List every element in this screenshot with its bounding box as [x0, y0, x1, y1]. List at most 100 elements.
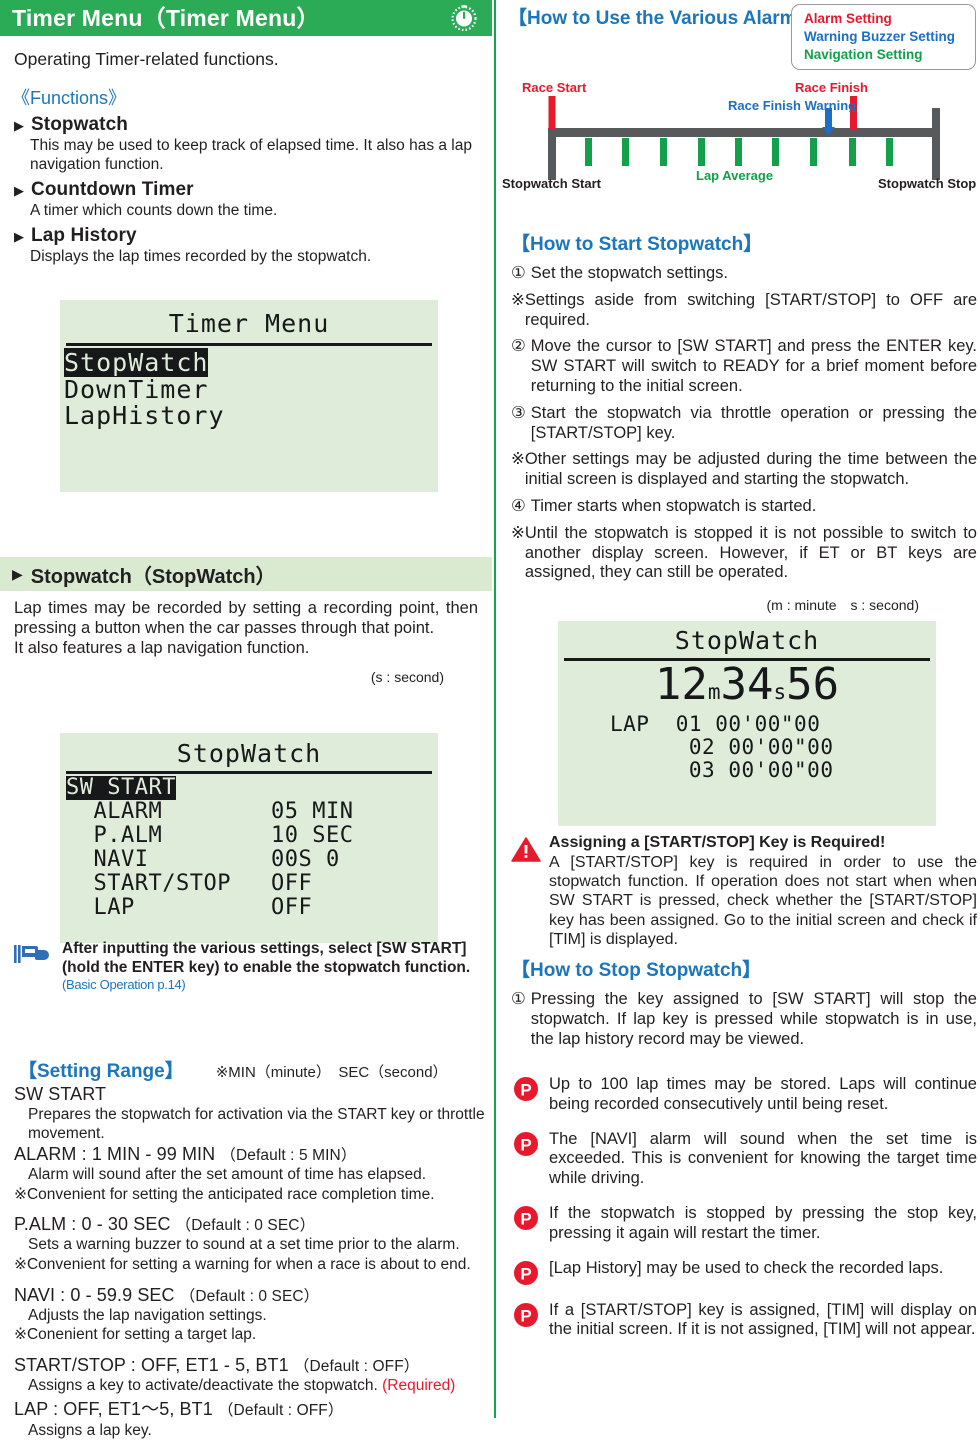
lap-number: 01	[675, 712, 703, 736]
setting-entry: SW START Prepares the stopwatch for acti…	[0, 1084, 492, 1143]
lead-text: Operating Timer-related functions.	[14, 49, 279, 69]
lcd-row-label: LAP	[93, 894, 135, 920]
lcd-row-label: P.ALM	[93, 822, 163, 848]
point-bullet: P The [NAVI] alarm will sound when the s…	[511, 1130, 977, 1189]
lap-row: LAP 01 00'00"00	[610, 712, 936, 736]
point-bullet: P If the stopwatch is stopped by pressin…	[511, 1204, 977, 1244]
lcd-row: START/STOP OFF	[66, 870, 438, 896]
right-column: 【How to Use the Various Alarms】 Alarm Se…	[500, 0, 980, 1418]
function-desc: A timer which counts down the time.	[30, 201, 278, 219]
stop-steps: ① Pressing the key assigned to [SW START]…	[511, 990, 977, 1049]
step-text: Move the cursor to [SW START] and press …	[530, 337, 977, 395]
note-text: After inputting the various settings, se…	[62, 940, 471, 976]
function-desc: This may be used to keep track of elapse…	[30, 137, 472, 173]
unit-note: (s : second)	[370, 668, 444, 685]
function-item: ▶ Lap History	[14, 225, 492, 247]
setting-term: SW START	[14, 1084, 107, 1104]
lcd-row-value: OFF	[271, 894, 313, 920]
manual-page: Timer Menu（Timer Menu） Operating Timer-r…	[0, 0, 980, 1439]
step-item: ④ Timer starts when stopwatch is started.	[511, 497, 977, 517]
point-bullet: P Up to 100 lap times may be stored. Lap…	[511, 1075, 977, 1115]
function-item: ▶ Countdown Timer	[14, 179, 492, 201]
step-item: ※ Other settings may be adjusted during t…	[511, 450, 977, 490]
section-paragraph: Lap times may be recorded by setting a r…	[14, 599, 478, 657]
step-text: Timer starts when stopwatch is started.	[530, 496, 817, 515]
functions-heading: 《Functions》	[12, 88, 127, 108]
lcd-row-value: OFF	[271, 870, 313, 896]
time-hundredths: 56	[786, 659, 840, 710]
lcd-title: StopWatch	[674, 626, 820, 655]
warning-triangle-icon	[511, 837, 541, 862]
start-heading: 【How to Start Stopwatch】	[511, 234, 763, 255]
setting-kome: ※Convenient for setting the anticipated …	[14, 1185, 435, 1203]
setting-entry: NAVI : 0 - 59.9 SEC （Default : 0 SEC） Ad…	[0, 1284, 492, 1345]
page-header: Timer Menu（Timer Menu）	[0, 0, 492, 36]
time-minutes: 12	[654, 659, 708, 710]
setting-term: LAP : OFF, ET1〜5, BT1 （Default : OFF）	[14, 1399, 344, 1420]
time-seconds: 34	[720, 659, 774, 710]
lap-time: 00'00"00	[728, 735, 834, 760]
svg-text:P: P	[520, 1306, 531, 1325]
setting-term: START/STOP : OFF, ET1 - 5, BT1 （Default …	[14, 1354, 420, 1375]
column-divider	[494, 0, 496, 1418]
point-text: The [NAVI] alarm will sound when the set…	[549, 1129, 977, 1188]
note-block: After inputting the various settings, se…	[14, 940, 484, 993]
lap-time: 00'00"00	[715, 712, 821, 736]
step-text: Settings aside from switching [START/STO…	[524, 290, 977, 329]
step-marker: ※	[511, 523, 525, 542]
step-marker: ②	[511, 337, 526, 356]
triangle-icon: ▶	[12, 565, 23, 582]
setting-desc: Prepares the stopwatch for activation vi…	[28, 1106, 485, 1142]
point-p-icon: P	[514, 1205, 538, 1230]
step-item: ※ Until the stopwatch is stopped it is no…	[511, 524, 977, 583]
legend-item-navi: Navigation Setting	[804, 46, 923, 62]
point-text: If the stopwatch is stopped by pressing …	[549, 1203, 977, 1242]
lcd-timer-menu: Timer Menu StopWatch DownTimer LapHistor…	[60, 300, 438, 492]
lap-label: LAP	[610, 712, 650, 736]
svg-text:P: P	[520, 1209, 531, 1228]
lcd-stopwatch-settings: StopWatch SW START ALARM 05 MIN P.ALM 10…	[60, 733, 438, 943]
point-text: [Lap History] may be used to check the r…	[549, 1258, 944, 1277]
point-text: If a [START/STOP] key is assigned, [TIM]…	[549, 1300, 977, 1339]
step-text: Other settings may be adjusted during th…	[524, 450, 977, 489]
lap-number: 03	[688, 758, 716, 783]
pointing-hand-icon	[14, 945, 49, 963]
label-stopwatch-stop: Stopwatch Stop	[878, 176, 977, 191]
stop-heading: 【How to Stop Stopwatch】	[511, 960, 762, 981]
setting-term: ALARM : 1 MIN - 99 MIN （Default : 5 MIN）	[14, 1144, 357, 1165]
setting-kome: ※Convenient for setting a warning for wh…	[14, 1255, 471, 1273]
step-marker: ①	[511, 264, 526, 282]
setting-range-heading: 【Setting Range】	[18, 1061, 184, 1082]
setting-entry: P.ALM : 0 - 30 SEC （Default : 0 SEC） Set…	[0, 1213, 492, 1274]
lap-number: 02	[688, 735, 716, 760]
setting-range-head-row: 【Setting Range】 ※MIN（minute） SEC（second）	[0, 1056, 492, 1083]
setting-kome: ※Conenient for setting a target lap.	[14, 1326, 257, 1344]
step-item: ① Set the stopwatch settings.	[511, 264, 977, 284]
label-race-start: Race Start	[522, 80, 587, 95]
label-stopwatch-start: Stopwatch Start	[502, 176, 601, 191]
step-item: ※ Settings aside from switching [START/ST…	[511, 291, 977, 331]
warning-text: A [START/STOP] key is required in order …	[549, 854, 977, 948]
lcd-row: NAVI 00S 0	[66, 846, 438, 872]
setting-term: NAVI : 0 - 59.9 SEC （Default : 0 SEC）	[14, 1284, 320, 1305]
lcd-row-value: 00S 0	[271, 846, 340, 872]
step-marker: ③	[511, 403, 526, 422]
lcd-sw-start-highlight: SW START	[66, 775, 176, 800]
setting-desc: Adjusts the lap navigation settings.	[28, 1306, 267, 1324]
start-steps: ① Set the stopwatch settings. ※ Settings a…	[511, 264, 977, 583]
point-text: Up to 100 lap times may be stored. Laps …	[549, 1075, 977, 1113]
setting-entry: ALARM : 1 MIN - 99 MIN （Default : 5 MIN）…	[0, 1143, 492, 1204]
point-p-icon: P	[514, 1131, 538, 1156]
section-band-stopwatch: ▶ Stopwatch（StopWatch）	[0, 557, 492, 591]
warning-title: Assigning a [START/STOP] Key is Required…	[549, 834, 886, 851]
setting-desc: Assigns a key to activate/deactivate the…	[28, 1376, 456, 1394]
warning-block: Assigning a [START/STOP] Key is Required…	[511, 834, 977, 949]
legend-box: Alarm Setting Warning Buzzer Setting Nav…	[791, 4, 976, 71]
setting-range-list: SW START Prepares the stopwatch for acti…	[0, 1084, 492, 1441]
label-race-finish: Race Finish	[795, 80, 868, 95]
note-text-wrap: After inputting the various settings, se…	[62, 940, 484, 993]
lcd-lap-list: LAP 01 00'00"00 02 00'00"00 03 00'00"00	[558, 712, 936, 783]
label-race-finish-warning: Race Finish Warning	[728, 98, 857, 113]
lcd-title: StopWatch	[176, 739, 322, 768]
setting-desc: Alarm will sound after the set amount of…	[28, 1166, 427, 1184]
